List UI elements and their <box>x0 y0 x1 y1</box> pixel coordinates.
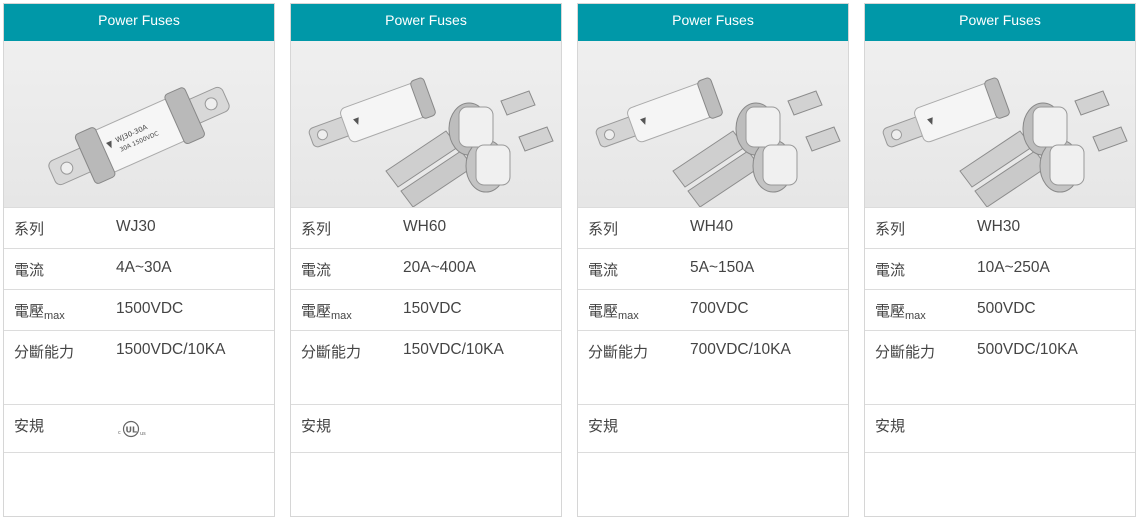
voltage-sub: max <box>44 310 65 322</box>
svg-text:us: us <box>140 431 146 437</box>
voltage-sub: max <box>331 310 352 322</box>
cert-label: 安規 <box>588 417 619 435</box>
row-current: 電流 20A~400A <box>291 249 561 290</box>
row-voltage: 電壓max 150VDC <box>291 290 561 331</box>
card-header: Power Fuses <box>291 4 561 41</box>
series-label: 系列 <box>588 220 619 238</box>
current-value: 10A~250A <box>977 259 1050 276</box>
series-value: WH60 <box>403 218 447 235</box>
series-label: 系列 <box>301 220 332 238</box>
breaking-label: 分斷能力 <box>301 343 362 361</box>
product-image[interactable] <box>291 41 561 208</box>
voltage-sub: max <box>618 310 639 322</box>
voltage-value: 500VDC <box>977 300 1036 317</box>
series-label: 系列 <box>875 220 906 238</box>
row-current: 電流 5A~150A <box>578 249 848 290</box>
row-breaking-capacity: 分斷能力 700VDC/10KA <box>578 331 848 405</box>
voltage-label: 電壓max <box>875 302 926 322</box>
series-label: 系列 <box>14 220 45 238</box>
row-certification: 安規 <box>578 405 848 453</box>
breaking-value: 700VDC/10KA <box>690 341 791 358</box>
row-certification: 安規 UL c us <box>4 405 274 453</box>
product-card-wh60[interactable]: Power Fuses 系列 WH60 電流 20A~400A 電壓max 15… <box>290 3 562 517</box>
fuse-wj30-illustration: WJ30-30A 30A 1500VDC <box>48 86 230 186</box>
card-header: Power Fuses <box>865 4 1135 41</box>
product-card-wh30[interactable]: Power Fuses 系列 WH30 電流 10A~250A 電壓max 50… <box>864 3 1136 517</box>
row-certification: 安規 <box>291 405 561 453</box>
fuse-wh30-illustration <box>882 77 1128 207</box>
card-header: Power Fuses <box>578 4 848 41</box>
current-label: 電流 <box>875 261 906 279</box>
row-series: 系列 WH60 <box>291 208 561 249</box>
breaking-label: 分斷能力 <box>588 343 649 361</box>
series-value: WJ30 <box>116 218 156 235</box>
voltage-label: 電壓max <box>14 302 65 322</box>
product-image[interactable] <box>578 41 848 208</box>
ul-listed-icon: UL c us <box>116 420 152 442</box>
cert-label: 安規 <box>14 417 45 435</box>
breaking-value: 500VDC/10KA <box>977 341 1078 358</box>
product-image[interactable]: WJ30-30A 30A 1500VDC <box>4 41 274 208</box>
row-certification: 安規 <box>865 405 1135 453</box>
product-image[interactable] <box>865 41 1135 208</box>
voltage-sub: max <box>905 310 926 322</box>
row-series: 系列 WH30 <box>865 208 1135 249</box>
breaking-value: 150VDC/10KA <box>403 341 504 358</box>
row-current: 電流 4A~30A <box>4 249 274 290</box>
breaking-label: 分斷能力 <box>14 343 75 361</box>
row-series: 系列 WH40 <box>578 208 848 249</box>
row-voltage: 電壓max 500VDC <box>865 290 1135 331</box>
breaking-label: 分斷能力 <box>875 343 936 361</box>
voltage-value: 700VDC <box>690 300 749 317</box>
voltage-value: 1500VDC <box>116 300 184 317</box>
current-value: 20A~400A <box>403 259 476 276</box>
row-current: 電流 10A~250A <box>865 249 1135 290</box>
current-label: 電流 <box>588 261 619 279</box>
voltage-label: 電壓max <box>588 302 639 322</box>
cert-label: 安規 <box>301 417 332 435</box>
voltage-label: 電壓max <box>301 302 352 322</box>
fuse-wh40-illustration <box>595 77 841 207</box>
series-value: WH40 <box>690 218 734 235</box>
svg-text:c: c <box>118 430 121 436</box>
row-voltage: 電壓max 1500VDC <box>4 290 274 331</box>
fuse-wh60-illustration <box>308 77 554 207</box>
voltage-value: 150VDC <box>403 300 462 317</box>
current-value: 4A~30A <box>116 259 172 276</box>
current-value: 5A~150A <box>690 259 755 276</box>
card-header: Power Fuses <box>4 4 274 41</box>
product-card-wh40[interactable]: Power Fuses 系列 WH40 電流 5A~150A 電壓max 700… <box>577 3 849 517</box>
breaking-value: 1500VDC/10KA <box>116 341 226 358</box>
row-series: 系列 WJ30 <box>4 208 274 249</box>
row-breaking-capacity: 分斷能力 1500VDC/10KA <box>4 331 274 405</box>
series-value: WH30 <box>977 218 1021 235</box>
row-voltage: 電壓max 700VDC <box>578 290 848 331</box>
product-card-wj30[interactable]: Power Fuses WJ30-30A 30A 1500VDC 系列 WJ30… <box>3 3 275 517</box>
current-label: 電流 <box>301 261 332 279</box>
row-breaking-capacity: 分斷能力 500VDC/10KA <box>865 331 1135 405</box>
cert-label: 安規 <box>875 417 906 435</box>
current-label: 電流 <box>14 261 45 279</box>
svg-text:UL: UL <box>126 426 138 435</box>
row-breaking-capacity: 分斷能力 150VDC/10KA <box>291 331 561 405</box>
